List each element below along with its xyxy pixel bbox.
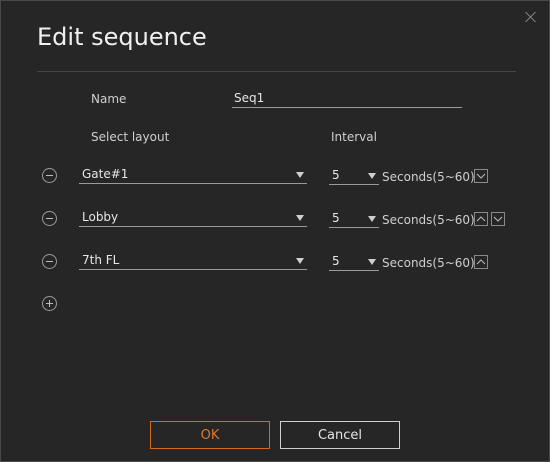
layout-select-value: Gate#1 [82, 167, 129, 181]
move-up-button[interactable] [474, 212, 488, 226]
cancel-button[interactable]: Cancel [280, 421, 400, 449]
ok-button[interactable]: OK [150, 421, 270, 449]
sequence-row: 7th FL 5 Seconds(5~60) [1, 252, 550, 274]
select-layout-label: Select layout [91, 130, 170, 144]
chevron-down-icon [476, 173, 486, 179]
move-down-button[interactable] [491, 212, 505, 226]
dialog-title: Edit sequence [37, 23, 207, 51]
interval-unit-text: Seconds(5~60) [382, 170, 475, 184]
chevron-up-icon [476, 216, 486, 222]
interval-select[interactable]: 5 [329, 253, 379, 271]
interval-select-value: 5 [332, 168, 340, 182]
interval-select[interactable]: 5 [329, 167, 379, 185]
dropdown-arrow-icon [368, 216, 376, 222]
close-icon[interactable] [523, 9, 539, 25]
interval-unit-text: Seconds(5~60) [382, 256, 475, 270]
chevron-up-icon [476, 259, 486, 265]
layout-select[interactable]: Lobby [79, 209, 307, 227]
dropdown-arrow-icon [296, 215, 304, 221]
remove-row-button[interactable] [42, 254, 57, 269]
title-divider [37, 71, 516, 72]
name-label: Name [91, 92, 127, 106]
layout-select[interactable]: 7th FL [79, 252, 307, 270]
layout-select[interactable]: Gate#1 [79, 166, 307, 184]
edit-sequence-dialog: Edit sequence Name Select layout Interva… [0, 0, 550, 462]
remove-row-button[interactable] [42, 168, 57, 183]
layout-select-value: 7th FL [82, 253, 120, 267]
sequence-row: Lobby 5 Seconds(5~60) [1, 209, 550, 231]
dropdown-arrow-icon [368, 259, 376, 265]
dropdown-arrow-icon [368, 173, 376, 179]
interval-label: Interval [331, 130, 377, 144]
dropdown-arrow-icon [296, 172, 304, 178]
layout-select-value: Lobby [82, 210, 119, 224]
interval-select-value: 5 [332, 211, 340, 225]
chevron-down-icon [493, 216, 503, 222]
name-input[interactable] [232, 89, 462, 108]
interval-select-value: 5 [332, 254, 340, 268]
move-up-button[interactable] [474, 255, 488, 269]
interval-select[interactable]: 5 [329, 210, 379, 228]
move-down-button[interactable] [474, 169, 488, 183]
interval-unit-text: Seconds(5~60) [382, 213, 475, 227]
dropdown-arrow-icon [296, 258, 304, 264]
add-row-button[interactable] [42, 296, 57, 311]
sequence-row: Gate#1 5 Seconds(5~60) [1, 166, 550, 188]
remove-row-button[interactable] [42, 211, 57, 226]
